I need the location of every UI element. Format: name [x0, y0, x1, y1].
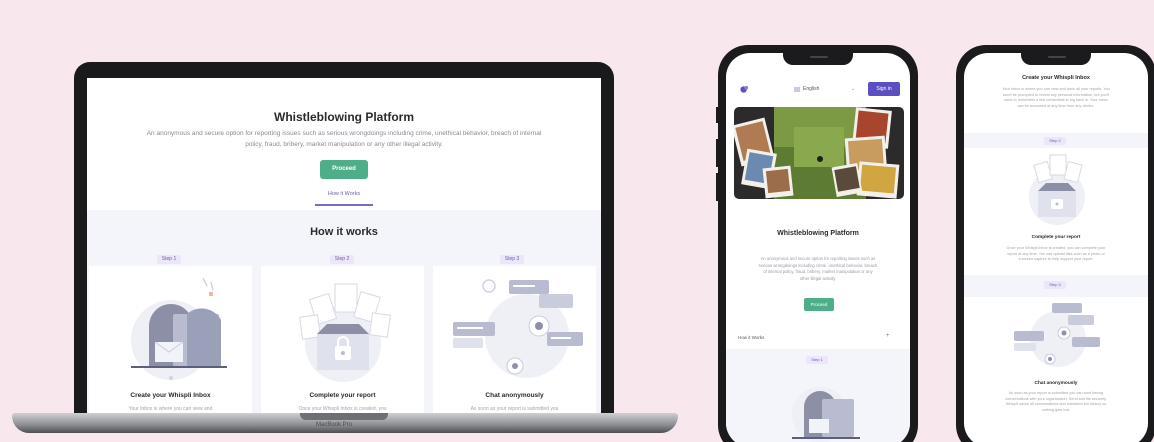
step-text: As soon as your report is submitted you [470, 406, 559, 412]
step-text: Your Inbox is where you can view and tra… [978, 87, 1134, 109]
phone-notch [1021, 53, 1091, 65]
step-text-line: can be accessed at any time from any dev… [1017, 103, 1095, 108]
section-title: How it works [310, 226, 378, 238]
step-badge: Step 3 [500, 255, 524, 264]
language-select[interactable]: English [803, 86, 819, 92]
page-subtitle-line: An anonymous and secure option for repor… [760, 256, 876, 261]
lock-document-icon [298, 283, 392, 382]
page-subtitle-line: policy, fraud, bribery, market manipulat… [245, 141, 443, 148]
step-title: Complete your report [1031, 235, 1081, 240]
how-it-works-accordion[interactable]: How it Works [738, 335, 764, 340]
step-text-line: a screen capture to help support your re… [1018, 257, 1094, 261]
page-subtitle-line: of internal policy, fraud, bribery, mark… [763, 269, 873, 274]
chat-bubbles-icon [1014, 303, 1100, 367]
laptop-mockup: Whistleblowing Platform An anonymous and… [0, 0, 700, 442]
brand-logo-icon [740, 85, 749, 93]
step-text: Once your Whispli Inbox is created, you … [978, 246, 1134, 263]
page-subtitle-line: An anonymous and secure option for repor… [146, 130, 542, 137]
step-title: Create your Whispli Inbox [130, 392, 211, 399]
step-badge: Step 1 [806, 356, 828, 364]
phone-screen-1: English ⌄ Sign in Whistleblowing Platfor… [726, 53, 910, 442]
step-badge: Step 2 [330, 255, 354, 264]
hero-photo-collage [734, 107, 904, 199]
proceed-button[interactable]: Proceed [804, 298, 834, 311]
proceed-button[interactable]: Proceed [320, 160, 368, 179]
phone-notch [783, 53, 853, 65]
how-it-works-tab[interactable]: How it Works [320, 191, 368, 197]
laptop-hinge-notch [300, 413, 388, 420]
flag-icon [794, 87, 800, 92]
tab-underline [315, 204, 373, 206]
page-title: Whistleblowing Platform [274, 110, 414, 124]
speaker-grille [810, 56, 828, 58]
page-subtitle: An anonymous and secure option for repor… [740, 256, 896, 282]
laptop-lid: Whistleblowing Platform An anonymous and… [74, 62, 614, 417]
step-badge: Step 2 [1044, 137, 1066, 145]
phone-side-button [716, 139, 719, 167]
chat-bubbles-icon [453, 279, 583, 378]
phone-screen-2: Create your Whispli Inbox Your Inbox is … [964, 53, 1148, 442]
step-title: Create your Whispli Inbox [1022, 75, 1090, 81]
expand-icon[interactable]: + [886, 333, 890, 339]
laptop-screen: Whistleblowing Platform An anonymous and… [87, 78, 601, 417]
phone-side-button [716, 107, 719, 123]
step-text: Once your Whispli Inbox is created, you [298, 406, 387, 412]
sign-in-button[interactable]: Sign in [868, 82, 900, 96]
step-text-line: nothing gets lost. [1041, 407, 1071, 412]
step-title: Complete your report [309, 392, 376, 399]
step-badge: Step 3 [1044, 281, 1066, 289]
step-title: Chat anonymously [485, 392, 544, 399]
phone-side-button [716, 173, 719, 201]
speaker-grille [1048, 56, 1066, 58]
page-subtitle: An anonymous and secure option for repor… [97, 128, 591, 150]
step-badge: Step 1 [157, 255, 181, 264]
step-title: Chat anonymously [1034, 381, 1078, 386]
phone-mockup-2: Create your Whispli Inbox Your Inbox is … [956, 45, 1154, 442]
page-title: Whistleblowing Platform [777, 230, 859, 237]
step-text: Your Inbox is where you can view and [128, 406, 213, 412]
mailbox-icon [792, 387, 860, 442]
page-subtitle-line: other illegal activity. [799, 275, 837, 281]
phone-mockup-1: English ⌄ Sign in Whistleblowing Platfor… [716, 45, 918, 442]
mailbox-icon [131, 277, 227, 380]
chevron-down-icon[interactable]: ⌄ [851, 86, 855, 92]
step-text: As soon as your report is submitted you … [978, 391, 1134, 413]
laptop-model-label: MacBook Pro [316, 422, 353, 428]
lock-document-icon [1029, 154, 1085, 225]
